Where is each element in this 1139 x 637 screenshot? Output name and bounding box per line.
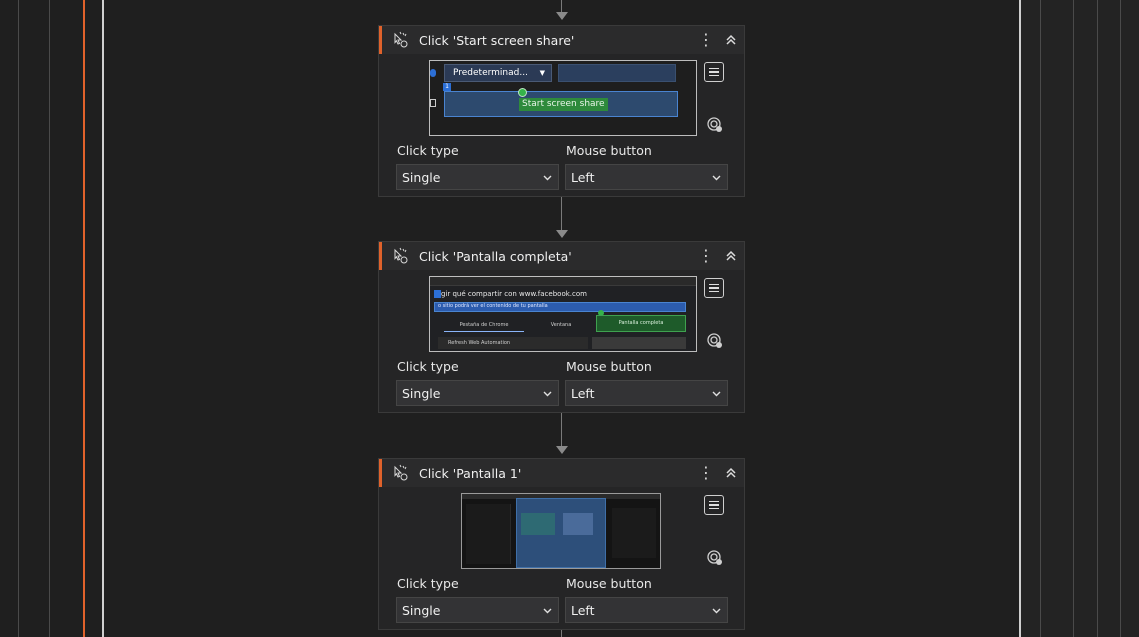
thumbnail-list-item <box>592 337 686 349</box>
mouse-button-label: Mouse button <box>566 359 652 374</box>
thumbnail-dropdown: Predeterminad... ▼ <box>444 64 552 82</box>
flow-connector <box>561 413 562 446</box>
thumbnail-tab-active: Pantalla completa <box>596 315 686 332</box>
click-point-icon <box>518 88 527 97</box>
thumbnail-heading: gir qué compartir con www.facebook.com <box>441 290 587 298</box>
click-type-value: Single <box>402 385 441 401</box>
card-title: Click 'Pantalla 1' <box>419 465 522 481</box>
flow-connector <box>561 0 562 12</box>
click-type-label: Click type <box>397 576 459 591</box>
action-card-start-screen-share[interactable]: Click 'Start screen share' ⋮ Predetermin… <box>378 25 745 197</box>
thumbnail-tab: Pestaña de Chrome <box>444 319 524 332</box>
lane-divider <box>1073 0 1074 637</box>
right-panel-area <box>1021 0 1139 637</box>
flow-connector <box>561 630 562 637</box>
chevron-down-icon <box>712 608 721 614</box>
thumbnail-highlight: o sitio podrá ver el contenido de tu pan… <box>434 302 686 312</box>
chevrons-up-icon[interactable] <box>724 33 738 47</box>
card-header[interactable]: Click 'Pantalla 1' ⋮ <box>379 459 744 487</box>
card-header[interactable]: Click 'Start screen share' ⋮ <box>379 26 744 54</box>
lane-divider <box>1097 0 1098 637</box>
mouse-button-select[interactable]: Left <box>565 597 728 623</box>
chevron-down-icon <box>712 391 721 397</box>
thumbnail-titlebar <box>430 277 696 286</box>
workflow-canvas: Click 'Start screen share' ⋮ Predetermin… <box>0 0 1139 637</box>
click-type-select[interactable]: Single <box>396 597 559 623</box>
mouse-button-label: Mouse button <box>566 576 652 591</box>
mouse-click-icon <box>391 464 409 482</box>
chevrons-up-icon[interactable] <box>724 249 738 263</box>
flow-arrow-icon <box>556 12 568 20</box>
more-vertical-icon[interactable]: ⋮ <box>698 465 714 481</box>
list-icon[interactable] <box>704 62 724 82</box>
thumbnail-sidebar <box>466 504 511 564</box>
thumbnail-marker <box>430 69 436 77</box>
list-icon[interactable] <box>704 495 724 515</box>
lane-divider <box>1040 0 1041 637</box>
card-title: Click 'Pantalla completa' <box>419 248 572 264</box>
anchor-badge-icon <box>434 290 441 298</box>
target-screenshot-thumbnail[interactable] <box>461 493 661 569</box>
chevron-down-icon <box>543 608 552 614</box>
more-vertical-icon[interactable]: ⋮ <box>698 248 714 264</box>
thumbnail-screen-preview <box>563 513 593 535</box>
lane-divider <box>49 0 50 637</box>
action-card-pantalla-completa[interactable]: Click 'Pantalla completa' ⋮ gir qué comp… <box>378 241 745 413</box>
thumbnail-list-item: Refresh Web Automation <box>438 337 588 349</box>
mouse-button-value: Left <box>571 169 595 185</box>
thumbnail-highlight <box>516 498 606 568</box>
anchor-badge-icon: 1 <box>443 83 451 91</box>
chevron-down-icon <box>543 175 552 181</box>
more-vertical-icon[interactable]: ⋮ <box>698 32 714 48</box>
click-type-label: Click type <box>397 143 459 158</box>
thumbnail-subheading: o sitio podrá ver el contenido de tu pan… <box>438 303 548 309</box>
thumbnail-screen-preview <box>521 513 555 535</box>
click-type-value: Single <box>402 169 441 185</box>
list-icon[interactable] <box>704 278 724 298</box>
mouse-button-select[interactable]: Left <box>565 164 728 190</box>
flow-arrow-icon <box>556 446 568 454</box>
thumbnail-marker <box>430 99 436 107</box>
chevron-down-icon <box>712 175 721 181</box>
thumbnail-button: Start screen share <box>444 91 678 117</box>
card-title: Click 'Start screen share' <box>419 32 575 48</box>
chevron-down-icon <box>543 391 552 397</box>
click-type-select[interactable]: Single <box>396 380 559 406</box>
target-icon[interactable] <box>706 332 724 350</box>
card-header[interactable]: Click 'Pantalla completa' ⋮ <box>379 242 744 270</box>
lane-divider <box>1120 0 1121 637</box>
mouse-click-icon <box>391 247 409 265</box>
lane-divider <box>102 0 104 637</box>
target-screenshot-thumbnail[interactable]: Predeterminad... ▼ 1 Start screen share <box>429 60 697 136</box>
lane-divider <box>1019 0 1021 637</box>
mouse-click-icon <box>391 31 409 49</box>
chevrons-up-icon[interactable] <box>724 466 738 480</box>
click-type-label: Click type <box>397 359 459 374</box>
click-type-value: Single <box>402 602 441 618</box>
flow-connector <box>561 197 562 230</box>
mouse-button-value: Left <box>571 602 595 618</box>
lane-divider <box>18 0 19 637</box>
thumbnail-dropdown-label: Predeterminad... <box>453 68 528 78</box>
action-card-pantalla-1[interactable]: Click 'Pantalla 1' ⋮ Click type Mouse bu… <box>378 458 745 630</box>
thumbnail-tab: Ventana <box>550 322 572 328</box>
target-icon[interactable] <box>706 116 724 134</box>
mouse-button-select[interactable]: Left <box>565 380 728 406</box>
mouse-button-value: Left <box>571 385 595 401</box>
flow-arrow-icon <box>556 230 568 238</box>
target-screenshot-thumbnail[interactable]: gir qué compartir con www.facebook.com o… <box>429 276 697 352</box>
click-type-select[interactable]: Single <box>396 164 559 190</box>
mouse-button-label: Mouse button <box>566 143 652 158</box>
thumbnail-input <box>558 64 676 82</box>
lane-divider-accent <box>83 0 85 637</box>
thumbnail-panel <box>612 508 656 558</box>
thumbnail-button-label: Start screen share <box>519 98 608 111</box>
target-icon[interactable] <box>706 549 724 567</box>
